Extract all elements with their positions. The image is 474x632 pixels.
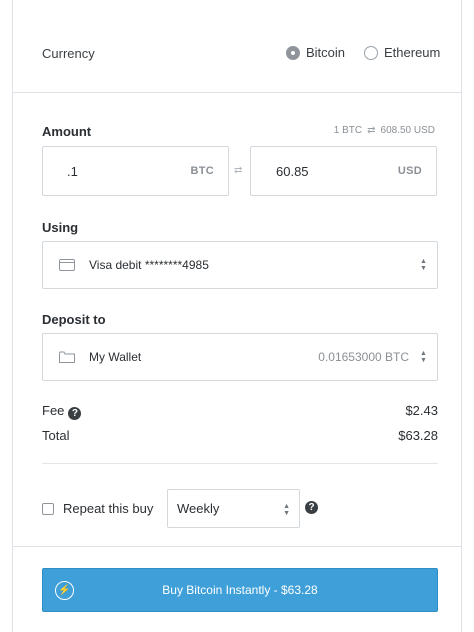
using-label: Using: [42, 220, 79, 235]
radio-ethereum[interactable]: Ethereum: [364, 45, 440, 60]
repeat-checkbox[interactable]: [42, 502, 54, 515]
radio-unchecked-icon[interactable]: [364, 45, 378, 60]
fee-value: $2.43: [405, 403, 438, 418]
wallet-icon: [59, 259, 75, 271]
usd-amount-value: 60.85: [276, 163, 309, 179]
total-label: Total: [42, 428, 70, 443]
buy-panel: Currency Bitcoin Ethereum Amount 1 BTC ⇄…: [12, 0, 462, 632]
radio-checked-icon[interactable]: [286, 45, 300, 60]
deposit-label: Deposit to: [42, 312, 106, 327]
btc-unit: BTC: [190, 165, 214, 177]
swap-arrows-icon: ⇄: [234, 165, 243, 176]
wallet-balance: 0.01653000 BTC: [318, 350, 409, 364]
repeat-buy-toggle[interactable]: Repeat this buy: [42, 501, 153, 516]
deposit-wallet-value: My Wallet: [89, 350, 142, 364]
buy-button-label: Buy Bitcoin Instantly - $63.28: [162, 583, 318, 597]
select-updown-icon: ▲ ▼: [420, 258, 427, 272]
wallet-icon: [59, 351, 75, 363]
btc-amount-input[interactable]: .1 BTC: [42, 146, 229, 196]
exchange-rate: 1 BTC ⇄ 608.50 USD: [334, 125, 435, 136]
payment-method-value: Visa debit ********4985: [89, 258, 209, 272]
fee-label: Fee: [42, 403, 65, 418]
fee-row: Fee? $2.43: [42, 403, 438, 420]
amount-label: Amount: [42, 124, 92, 139]
lightning-icon: ⚡: [55, 581, 74, 600]
currency-section: Currency Bitcoin Ethereum: [13, 0, 461, 93]
buy-button[interactable]: ⚡ Buy Bitcoin Instantly - $63.28: [42, 568, 438, 612]
help-icon[interactable]: ?: [68, 407, 82, 420]
currency-label: Currency: [42, 46, 95, 61]
radio-ethereum-label: Ethereum: [384, 45, 441, 60]
btc-amount-value: .1: [67, 163, 78, 179]
swap-arrows-icon: ⇄: [367, 125, 376, 136]
total-row: Total $63.28: [42, 428, 438, 443]
select-updown-icon: ▲ ▼: [283, 503, 290, 517]
radio-bitcoin[interactable]: Bitcoin: [286, 45, 345, 60]
select-updown-icon: ▲ ▼: [420, 350, 427, 364]
divider: [13, 546, 461, 547]
help-icon[interactable]: ?: [305, 501, 318, 514]
repeat-frequency-select[interactable]: Weekly ▲ ▼: [167, 489, 300, 528]
rate-right: 608.50 USD: [380, 125, 435, 136]
repeat-frequency-value: Weekly: [177, 501, 220, 516]
total-value: $63.28: [398, 428, 438, 443]
usd-amount-input[interactable]: 60.85 USD: [250, 146, 437, 196]
divider: [42, 463, 438, 464]
deposit-wallet-select[interactable]: My Wallet 0.01653000 BTC ▲ ▼: [42, 333, 438, 381]
radio-bitcoin-label: Bitcoin: [306, 45, 346, 60]
rate-left: 1 BTC: [333, 125, 363, 136]
usd-unit: USD: [397, 165, 422, 177]
payment-method-select[interactable]: Visa debit ********4985 ▲ ▼: [42, 241, 438, 289]
repeat-label: Repeat this buy: [63, 501, 154, 516]
